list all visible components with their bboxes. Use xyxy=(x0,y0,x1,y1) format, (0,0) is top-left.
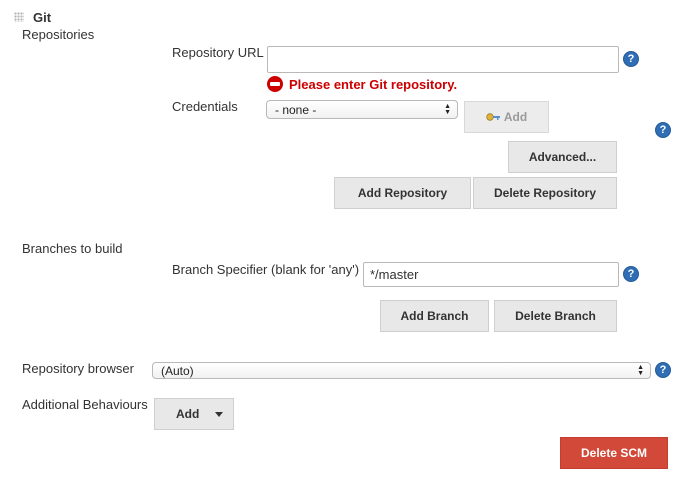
delete-branch-button[interactable]: Delete Branch xyxy=(494,300,617,332)
add-branch-button[interactable]: Add Branch xyxy=(380,300,489,332)
repository-browser-help-icon[interactable]: ? xyxy=(655,362,671,378)
caret-down-icon xyxy=(215,412,223,417)
advanced-button[interactable]: Advanced... xyxy=(508,141,617,173)
credentials-select-value: - none - xyxy=(275,102,317,117)
repository-browser-label: Repository browser xyxy=(22,361,134,376)
credentials-label: Credentials xyxy=(172,99,238,114)
key-icon xyxy=(486,113,500,121)
select-arrows-icon: ▲ ▼ xyxy=(637,363,644,377)
repository-url-label: Repository URL xyxy=(172,45,264,60)
delete-repository-button[interactable]: Delete Repository xyxy=(473,177,617,209)
branch-specifier-help-icon[interactable]: ? xyxy=(623,266,639,282)
repository-url-help-icon[interactable]: ? xyxy=(623,51,639,67)
repository-browser-select[interactable]: (Auto) ▲ ▼ xyxy=(152,362,651,379)
repository-browser-select-value: (Auto) xyxy=(161,363,194,378)
delete-scm-button[interactable]: Delete SCM xyxy=(560,437,668,469)
add-behaviour-button[interactable]: Add xyxy=(154,398,234,430)
section-title: Git xyxy=(33,10,52,25)
add-repository-button[interactable]: Add Repository xyxy=(334,177,471,209)
add-behaviour-label: Add xyxy=(176,407,200,421)
repository-url-input[interactable] xyxy=(267,46,619,73)
add-credentials-button[interactable]: Add xyxy=(464,101,549,133)
add-credentials-label: Add xyxy=(503,110,528,124)
branch-specifier-label: Branch Specifier (blank for 'any') xyxy=(172,262,360,277)
select-arrows-icon: ▲ ▼ xyxy=(444,102,451,116)
credentials-select[interactable]: - none - ▲ ▼ xyxy=(266,100,458,119)
branch-specifier-input[interactable] xyxy=(363,262,619,287)
error-icon xyxy=(267,76,283,92)
branches-label: Branches to build xyxy=(22,241,123,256)
repositories-help-icon[interactable]: ? xyxy=(655,122,671,138)
repositories-label: Repositories xyxy=(22,27,95,42)
repository-error-message: Please enter Git repository. xyxy=(289,77,458,92)
additional-behaviours-label: Additional Behaviours xyxy=(22,397,148,412)
drag-handle-icon[interactable] xyxy=(14,12,24,22)
